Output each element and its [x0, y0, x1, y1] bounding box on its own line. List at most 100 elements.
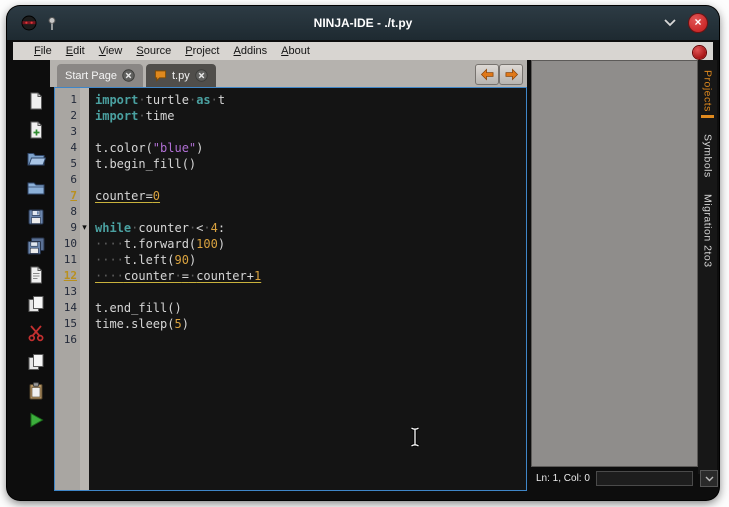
open-file-button[interactable]: [25, 148, 47, 170]
close-tab-icon[interactable]: [122, 69, 135, 82]
menu-view[interactable]: View: [92, 45, 130, 57]
cursor-position-label: Ln: 1, Col: 0: [536, 472, 590, 484]
fold-marker: [80, 300, 89, 316]
line-number: 2: [70, 109, 77, 122]
code-line[interactable]: time.sleep(5): [95, 316, 526, 332]
open-project-button[interactable]: [25, 177, 47, 199]
code-line[interactable]: while·counter·<·4:: [95, 220, 526, 236]
chevron-down-icon[interactable]: [663, 18, 677, 28]
new-tab-button[interactable]: [25, 119, 47, 141]
line-number: 16: [63, 333, 77, 346]
fold-marker: [80, 204, 89, 220]
fold-marker: [80, 316, 89, 332]
code-line[interactable]: import·turtle·as·t: [95, 92, 526, 108]
menu-edit[interactable]: Edit: [59, 45, 92, 57]
window-title: NINJA-IDE - ./t.py: [313, 16, 413, 30]
cut-button[interactable]: [25, 322, 47, 344]
left-toolbar: [21, 90, 51, 492]
menu-addins[interactable]: Addins: [227, 45, 275, 57]
fold-marker: [80, 284, 89, 300]
duplicate-button[interactable]: [25, 293, 47, 315]
file-icon: [154, 69, 167, 82]
menu-project[interactable]: Project: [178, 45, 226, 57]
code-line[interactable]: t.end_fill(): [95, 300, 526, 316]
code-line[interactable]: [95, 284, 526, 300]
status-input[interactable]: [595, 470, 693, 486]
line-number: 5: [70, 157, 77, 170]
menubar-close-button[interactable]: [693, 46, 706, 59]
line-number: 13: [63, 285, 77, 298]
tab-t-py[interactable]: t.py: [145, 64, 216, 87]
statusbar: Ln: 1, Col: 0: [531, 467, 698, 489]
copy-button[interactable]: [25, 351, 47, 373]
line-number: 10: [63, 237, 77, 250]
save-button[interactable]: [25, 206, 47, 228]
line-number: 1: [70, 93, 77, 106]
fold-marker: [80, 236, 89, 252]
fold-marker: [80, 92, 89, 108]
fold-marker: [80, 140, 89, 156]
code-line[interactable]: counter=0: [95, 188, 526, 204]
code-line[interactable]: t.begin_fill(): [95, 156, 526, 172]
code-line[interactable]: [95, 204, 526, 220]
side-tab-projects[interactable]: Projects: [701, 70, 714, 118]
fold-marker: [80, 268, 89, 284]
project-explorer-panel[interactable]: [531, 60, 698, 467]
nav-forward-button[interactable]: [499, 64, 523, 85]
nav-back-button[interactable]: [475, 64, 499, 85]
fold-marker: [80, 108, 89, 124]
paste-button[interactable]: [25, 380, 47, 402]
side-tab-label: Projects: [701, 70, 714, 112]
pep8-warning: ····counter·=·counter+1: [95, 269, 262, 283]
active-tab-indicator: [701, 114, 714, 118]
line-number: 8: [70, 205, 77, 218]
line-number: 12: [63, 269, 77, 282]
save-all-button[interactable]: [25, 235, 47, 257]
close-button[interactable]: ×: [689, 14, 707, 32]
fold-column: ▾: [80, 88, 89, 490]
gutter-numbers: 1 2 3 4 5 6 7 8 9 10 11 12 13 14 15 16: [55, 88, 80, 490]
fold-marker: [80, 172, 89, 188]
chevron-down-icon: [705, 476, 713, 481]
side-tab-migration-2to3[interactable]: Migration 2to3: [702, 194, 714, 268]
tab-label: t.py: [171, 69, 190, 82]
code-line[interactable]: ····t.forward(100): [95, 236, 526, 252]
fold-marker: [80, 156, 89, 172]
menu-file[interactable]: File: [27, 45, 59, 57]
status-dropdown-button[interactable]: [700, 470, 718, 487]
code-line[interactable]: import·time: [95, 108, 526, 124]
pep8-warning: counter=0: [95, 189, 161, 203]
code-line[interactable]: [95, 332, 526, 348]
menu-source[interactable]: Source: [129, 45, 178, 57]
app-window: NINJA-IDE - ./t.py × File Edit View Source P…: [7, 6, 719, 500]
side-tab-label: Symbols: [701, 133, 714, 178]
code-line[interactable]: [95, 124, 526, 140]
titlebar[interactable]: NINJA-IDE - ./t.py ×: [7, 6, 719, 40]
new-file-button[interactable]: [25, 90, 47, 112]
tab-label: Start Page: [65, 69, 117, 82]
screen: NINJA-IDE - ./t.py × File Edit View Source P…: [0, 0, 729, 507]
fold-marker: [80, 332, 89, 348]
run-button[interactable]: [25, 409, 47, 431]
line-number: 4: [70, 141, 77, 154]
code-lines[interactable]: import·turtle·as·t import·time t.color("bl…: [89, 88, 526, 490]
code-line[interactable]: t.color("blue"): [95, 140, 526, 156]
code-line[interactable]: [95, 172, 526, 188]
fold-marker: [80, 188, 89, 204]
line-number: 15: [63, 317, 77, 330]
tab-start-page[interactable]: Start Page: [57, 64, 143, 87]
mouse-cursor-ibeam: [409, 426, 421, 448]
code-line[interactable]: ····counter·=·counter+1: [95, 268, 526, 284]
code-editor[interactable]: 1 2 3 4 5 6 7 8 9 10 11 12 13 14 15 16 ▾ import·turtle·…: [54, 87, 527, 491]
menu-about[interactable]: About: [274, 45, 317, 57]
code-line[interactable]: ····t.left(90): [95, 252, 526, 268]
print-button[interactable]: [25, 264, 47, 286]
side-tab-symbols[interactable]: Symbols: [702, 134, 714, 178]
tab-bar: Start Page t.py: [50, 60, 527, 87]
close-tab-icon[interactable]: [194, 69, 208, 82]
side-tab-label: Migration 2to3: [701, 193, 714, 268]
line-number: 11: [63, 253, 77, 266]
fold-marker: [80, 124, 89, 140]
line-number: 14: [63, 301, 77, 314]
fold-marker[interactable]: ▾: [80, 220, 89, 236]
